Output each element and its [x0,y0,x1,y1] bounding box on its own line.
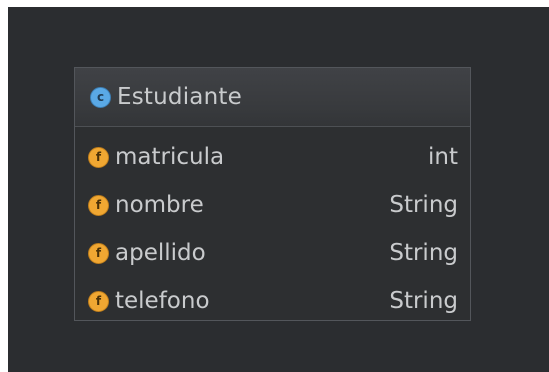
field-row[interactable]: f apellido String [75,229,470,277]
field-type: String [389,192,458,218]
field-name: telefono [115,288,210,314]
field-list: f matricula int f nombre String f apelli… [75,127,470,325]
field-type: String [389,240,458,266]
field-name: nombre [115,192,204,218]
diagram-canvas: c Estudiante f matricula int f nombre St… [8,7,549,372]
class-icon: c [90,86,111,108]
field-icon: f [88,242,109,264]
field-icon: f [88,290,109,312]
class-header: c Estudiante [75,68,470,127]
field-type: int [428,144,458,170]
field-icon: f [88,146,109,168]
field-name: apellido [115,240,206,266]
class-name: Estudiante [117,84,242,110]
field-name: matricula [115,144,225,170]
field-row[interactable]: f telefono String [75,277,470,325]
field-row[interactable]: f matricula int [75,133,470,181]
class-node-estudiante[interactable]: c Estudiante f matricula int f nombre St… [74,67,471,321]
field-type: String [389,288,458,314]
field-row[interactable]: f nombre String [75,181,470,229]
field-icon: f [88,194,109,216]
